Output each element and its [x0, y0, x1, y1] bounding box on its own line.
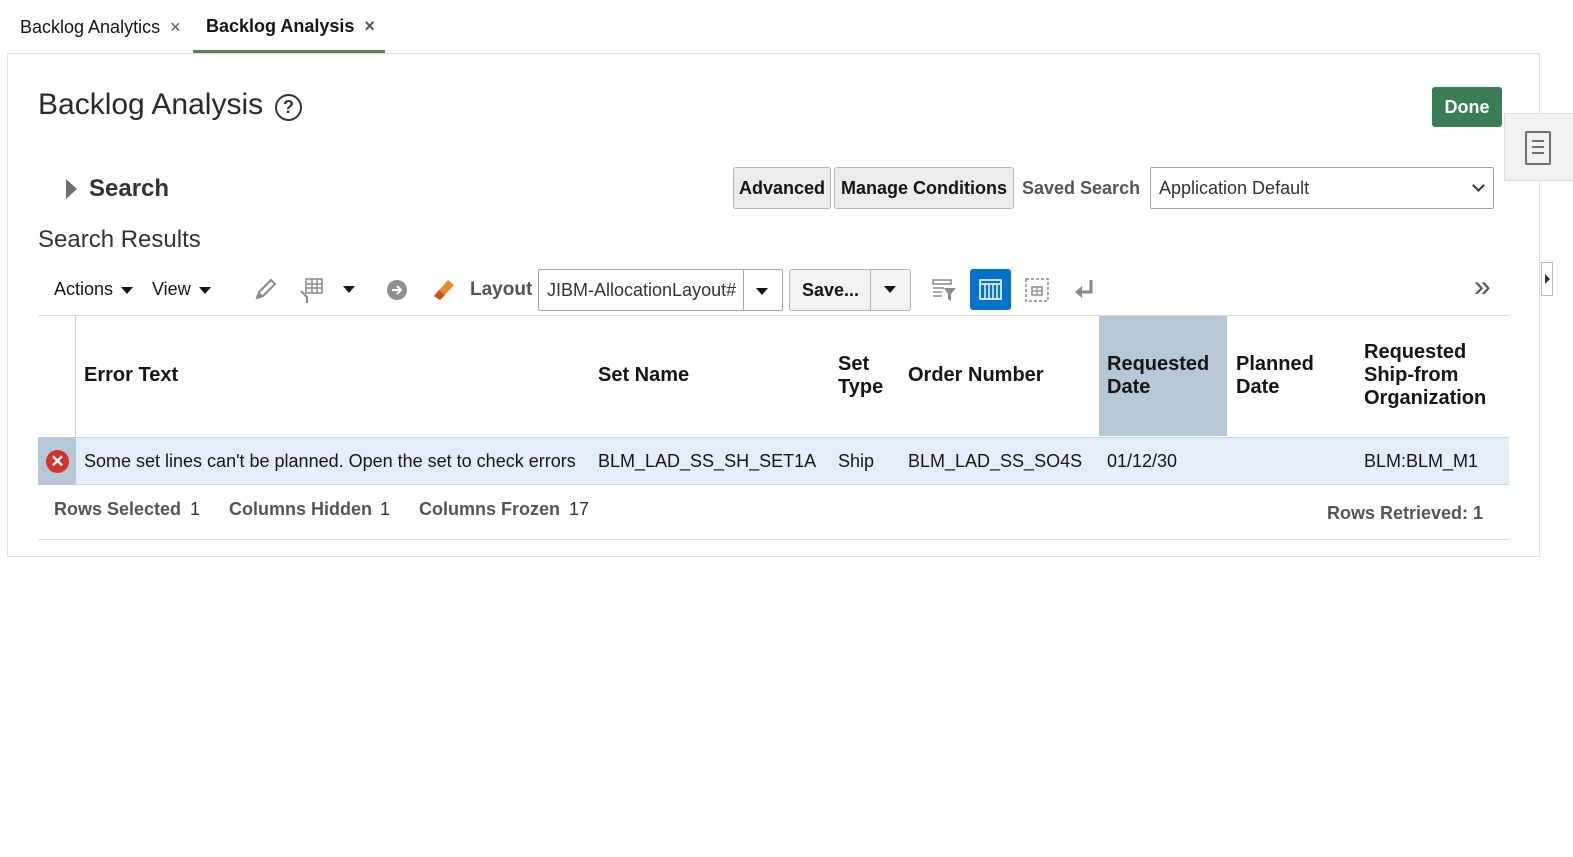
go-to-icon[interactable] — [386, 279, 408, 301]
rows-retrieved: Rows Retrieved: 1 — [1327, 503, 1484, 523]
freeze-column-icon[interactable] — [299, 277, 325, 305]
columns-hidden-label: Columns Hidden — [229, 499, 372, 519]
column-view-icon[interactable] — [970, 269, 1011, 310]
search-section-title[interactable]: Search — [89, 175, 169, 203]
chevron-down-icon[interactable] — [121, 287, 133, 294]
detach-icon[interactable] — [1024, 277, 1050, 303]
column-header-order-number[interactable]: Order Number — [908, 364, 1044, 387]
column-header-error-text[interactable]: Error Text — [84, 364, 178, 387]
actions-menu[interactable]: Actions — [54, 279, 113, 300]
tab-label: Backlog Analysis — [206, 15, 355, 36]
saved-search-label: Saved Search — [1022, 178, 1141, 198]
cell-error-text[interactable]: Some set lines can't be planned. Open th… — [84, 451, 576, 472]
tab-backlog-analysis[interactable]: Backlog Analysis × — [193, 0, 385, 54]
expand-search-icon[interactable] — [66, 179, 77, 199]
columns-frozen-label: Columns Frozen — [419, 499, 561, 519]
done-button[interactable]: Done — [1432, 87, 1502, 127]
overflow-icon[interactable]: » — [1474, 270, 1491, 304]
view-menu[interactable]: View — [152, 279, 191, 300]
select-all-header[interactable] — [38, 316, 76, 436]
column-header-set-type[interactable]: Set Type — [838, 353, 883, 399]
chevron-down-icon[interactable] — [199, 287, 211, 294]
cell-set-type[interactable]: Ship — [838, 451, 874, 472]
column-header-requested-date[interactable]: Requested Date — [1107, 353, 1209, 399]
side-drawer-tab[interactable] — [1504, 113, 1573, 181]
document-icon — [1525, 131, 1551, 165]
cell-requested-date[interactable]: 01/12/30 — [1107, 451, 1177, 472]
rows-selected-value: 1 — [190, 499, 201, 519]
manage-conditions-button[interactable]: Manage Conditions — [834, 167, 1014, 209]
columns-hidden-value[interactable]: 1 — [380, 499, 390, 520]
chevron-down-icon[interactable] — [884, 286, 896, 293]
advanced-button[interactable]: Advanced — [733, 167, 831, 209]
tab-backlog-analytics[interactable]: Backlog Analytics × — [20, 0, 181, 54]
edit-icon[interactable] — [252, 277, 278, 303]
cell-order-number[interactable]: BLM_LAD_SS_SO4S — [908, 451, 1082, 472]
saved-search-select[interactable]: Application Default — [1150, 167, 1494, 209]
column-header-ship-from-org[interactable]: Requested Ship-from Organization — [1364, 341, 1486, 410]
layout-label: Layout — [470, 279, 533, 300]
page-title: Backlog Analysis — [38, 88, 264, 121]
chevron-down-icon[interactable] — [756, 288, 768, 295]
save-layout-button[interactable]: Save... — [789, 269, 911, 311]
cell-ship-from-org[interactable]: BLM:BLM_M1 — [1364, 451, 1478, 472]
close-icon[interactable]: × — [170, 17, 181, 38]
error-icon: ✕ — [46, 450, 69, 473]
search-results-title: Search Results — [38, 226, 201, 253]
wrap-icon[interactable] — [1072, 277, 1096, 301]
rows-selected-label: Rows Selected — [54, 499, 182, 519]
query-by-example-icon[interactable] — [931, 277, 957, 303]
layout-select[interactable]: JIBM-AllocationLayout# — [538, 269, 783, 311]
columns-frozen-value: 17 — [569, 499, 590, 519]
chevron-down-icon — [1472, 179, 1485, 192]
clear-icon[interactable] — [431, 276, 457, 302]
saved-search-value: Application Default — [1159, 178, 1310, 198]
save-label: Save... — [802, 280, 860, 300]
close-icon[interactable]: × — [364, 16, 375, 37]
column-header-planned-date[interactable]: Planned Date — [1236, 353, 1314, 399]
help-icon[interactable]: ? — [275, 94, 302, 121]
expand-panel-handle[interactable] — [1541, 262, 1553, 296]
layout-value: JIBM-AllocationLayout# — [547, 280, 737, 300]
chevron-down-icon[interactable] — [343, 286, 355, 293]
column-header-set-name[interactable]: Set Name — [598, 364, 689, 387]
tab-label: Backlog Analytics — [20, 16, 161, 37]
cell-set-name[interactable]: BLM_LAD_SS_SH_SET1A — [598, 451, 816, 472]
